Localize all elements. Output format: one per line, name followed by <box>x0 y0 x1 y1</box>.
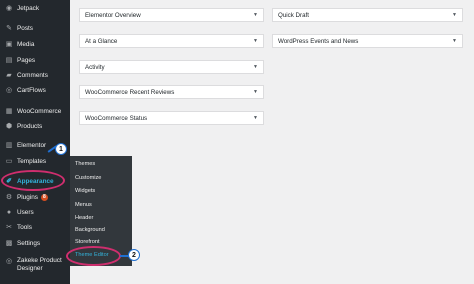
toggle-arrow-icon[interactable]: ▼ <box>253 12 258 18</box>
sidebar-item-media[interactable]: ▣ Media <box>0 36 70 52</box>
widget-title: WooCommerce Recent Reviews <box>85 88 175 96</box>
submenu-item-background[interactable]: Background <box>75 225 105 235</box>
settings-icon: ▩ <box>5 240 13 247</box>
widget-wordpress-events-news[interactable]: WordPress Events and News ▼ <box>272 34 463 48</box>
sidebar-item-woocommerce[interactable]: ▦ WooCommerce <box>0 103 70 119</box>
sidebar-item-label-line2: Designer <box>17 265 43 272</box>
plugins-icon: ⚙ <box>5 194 13 201</box>
sidebar-item-jetpack[interactable]: ◉ Jetpack <box>0 0 70 16</box>
submenu-item-widgets[interactable]: Widgets <box>75 186 95 196</box>
sidebar-item-label: Tools <box>17 223 32 231</box>
sidebar-item-plugins[interactable]: ⚙ Plugins 8 <box>0 189 70 205</box>
submenu-item-themes[interactable]: Themes <box>75 159 95 169</box>
sidebar-item-label: Pages <box>17 56 36 64</box>
toggle-arrow-icon[interactable]: ▼ <box>253 64 258 70</box>
sidebar-item-label: Elementor <box>17 141 47 149</box>
toggle-arrow-icon[interactable]: ▼ <box>253 115 258 121</box>
widget-title: Activity <box>85 63 105 71</box>
pages-icon: ▤ <box>5 57 13 64</box>
theme-editor-highlight-ring <box>66 246 121 266</box>
templates-icon: ▭ <box>5 158 13 165</box>
sidebar-item-comments[interactable]: ▰ Comments <box>0 67 70 83</box>
sidebar-item-label: Comments <box>17 71 48 79</box>
toggle-arrow-icon[interactable]: ▼ <box>452 12 457 18</box>
sidebar-item-label: Plugins <box>17 193 38 201</box>
sidebar-item-zakeke[interactable]: ◎ Zakeke Product Designer <box>0 255 70 279</box>
pin-icon: ✎ <box>6 25 12 32</box>
media-icon: ▣ <box>5 41 13 48</box>
sidebar-item-label: Posts <box>17 24 33 32</box>
appearance-highlight-ring <box>1 170 65 191</box>
cartflows-icon: ◎ <box>5 87 13 94</box>
widget-quick-draft[interactable]: Quick Draft ▼ <box>272 8 463 22</box>
sidebar-item-products[interactable]: ⬢ Products <box>0 118 70 134</box>
sidebar-item-users[interactable]: ● Users <box>0 204 70 220</box>
sidebar-item-label: Jetpack <box>17 4 40 12</box>
widget-title: Elementor Overview <box>85 11 141 19</box>
sidebar-item-label: Zakeke Product Designer <box>17 255 62 273</box>
widget-woocommerce-recent-reviews[interactable]: WooCommerce Recent Reviews ▼ <box>79 85 264 99</box>
products-icon: ⬢ <box>5 123 13 130</box>
sidebar-item-tools[interactable]: ✂ Tools <box>0 219 70 235</box>
sidebar-item-label: CartFlows <box>17 86 46 94</box>
zakeke-icon: ◎ <box>5 258 13 265</box>
submenu-item-menus[interactable]: Menus <box>75 200 92 210</box>
widget-activity[interactable]: Activity ▼ <box>79 60 264 74</box>
sidebar-item-label: WooCommerce <box>17 107 62 115</box>
sidebar-item-label: Products <box>17 122 43 130</box>
widget-title: WordPress Events and News <box>278 37 359 45</box>
tools-icon: ✂ <box>6 224 12 231</box>
update-count-badge: 8 <box>40 193 48 201</box>
toggle-arrow-icon[interactable]: ▼ <box>253 38 258 44</box>
sidebar-item-pages[interactable]: ▤ Pages <box>0 52 70 68</box>
sidebar-item-templates[interactable]: ▭ Templates <box>0 153 70 169</box>
widget-woocommerce-status[interactable]: WooCommerce Status ▼ <box>79 111 264 125</box>
elementor-icon: ▥ <box>5 142 13 149</box>
comments-icon: ▰ <box>6 72 12 79</box>
jetpack-icon: ◉ <box>5 5 13 12</box>
admin-sidebar: ◉ Jetpack ✎ Posts ▣ Media ▤ Pages ▰ Comm… <box>0 0 70 284</box>
widget-elementor-overview[interactable]: Elementor Overview ▼ <box>79 8 264 22</box>
widget-title: Quick Draft <box>278 11 309 19</box>
toggle-arrow-icon[interactable]: ▼ <box>452 38 457 44</box>
step1-callout-badge: 1 <box>55 143 67 155</box>
widget-at-a-glance[interactable]: At a Glance ▼ <box>79 34 264 48</box>
sidebar-item-label: Users <box>17 208 34 216</box>
widget-title: WooCommerce Status <box>85 114 148 122</box>
sidebar-item-settings[interactable]: ▩ Settings <box>0 235 70 251</box>
woocommerce-icon: ▦ <box>5 108 13 115</box>
toggle-arrow-icon[interactable]: ▼ <box>253 89 258 95</box>
sidebar-item-label: Media <box>17 40 35 48</box>
sidebar-item-posts[interactable]: ✎ Posts <box>0 20 70 36</box>
step2-callout-badge: 2 <box>128 249 140 261</box>
submenu-item-header[interactable]: Header <box>75 213 93 223</box>
sidebar-item-cartflows[interactable]: ◎ CartFlows <box>0 82 70 98</box>
sidebar-item-label: Templates <box>17 157 47 165</box>
users-icon: ● <box>6 208 12 216</box>
widget-title: At a Glance <box>85 37 118 45</box>
submenu-item-customize[interactable]: Customize <box>75 173 101 183</box>
sidebar-item-label-line1: Zakeke Product <box>17 257 62 264</box>
sidebar-item-label: Settings <box>17 239 41 247</box>
